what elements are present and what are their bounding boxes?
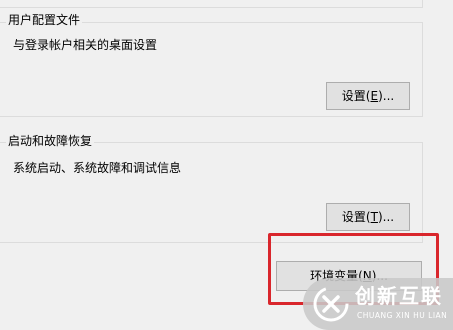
brand-name-en: CHUANG XIN HU LIAN xyxy=(357,311,448,320)
user-profiles-description: 与登录帐户相关的桌面设置 xyxy=(13,38,158,52)
system-properties-top-group xyxy=(0,0,423,8)
startup-recovery-settings-button[interactable]: 设置(T)... xyxy=(326,203,410,231)
button-label: 设置( xyxy=(341,210,371,224)
brand-watermark: 创新互联 CHUANG XIN HU LIAN xyxy=(303,278,453,330)
button-label-suffix: )... xyxy=(378,89,395,103)
button-label: 设置( xyxy=(341,89,371,103)
user-profiles-title: 用户配置文件 xyxy=(6,12,83,28)
startup-recovery-description: 系统启动、系统故障和调试信息 xyxy=(13,161,182,175)
button-label-suffix: )... xyxy=(377,210,395,224)
brand-name-cn: 创新互联 xyxy=(355,284,443,308)
user-profiles-settings-button[interactable]: 设置(E)... xyxy=(326,82,410,110)
button-mnemonic: T xyxy=(370,210,378,224)
brand-logo-icon xyxy=(313,286,349,322)
button-mnemonic: E xyxy=(370,89,379,103)
startup-recovery-title: 启动和故障恢复 xyxy=(6,133,95,149)
